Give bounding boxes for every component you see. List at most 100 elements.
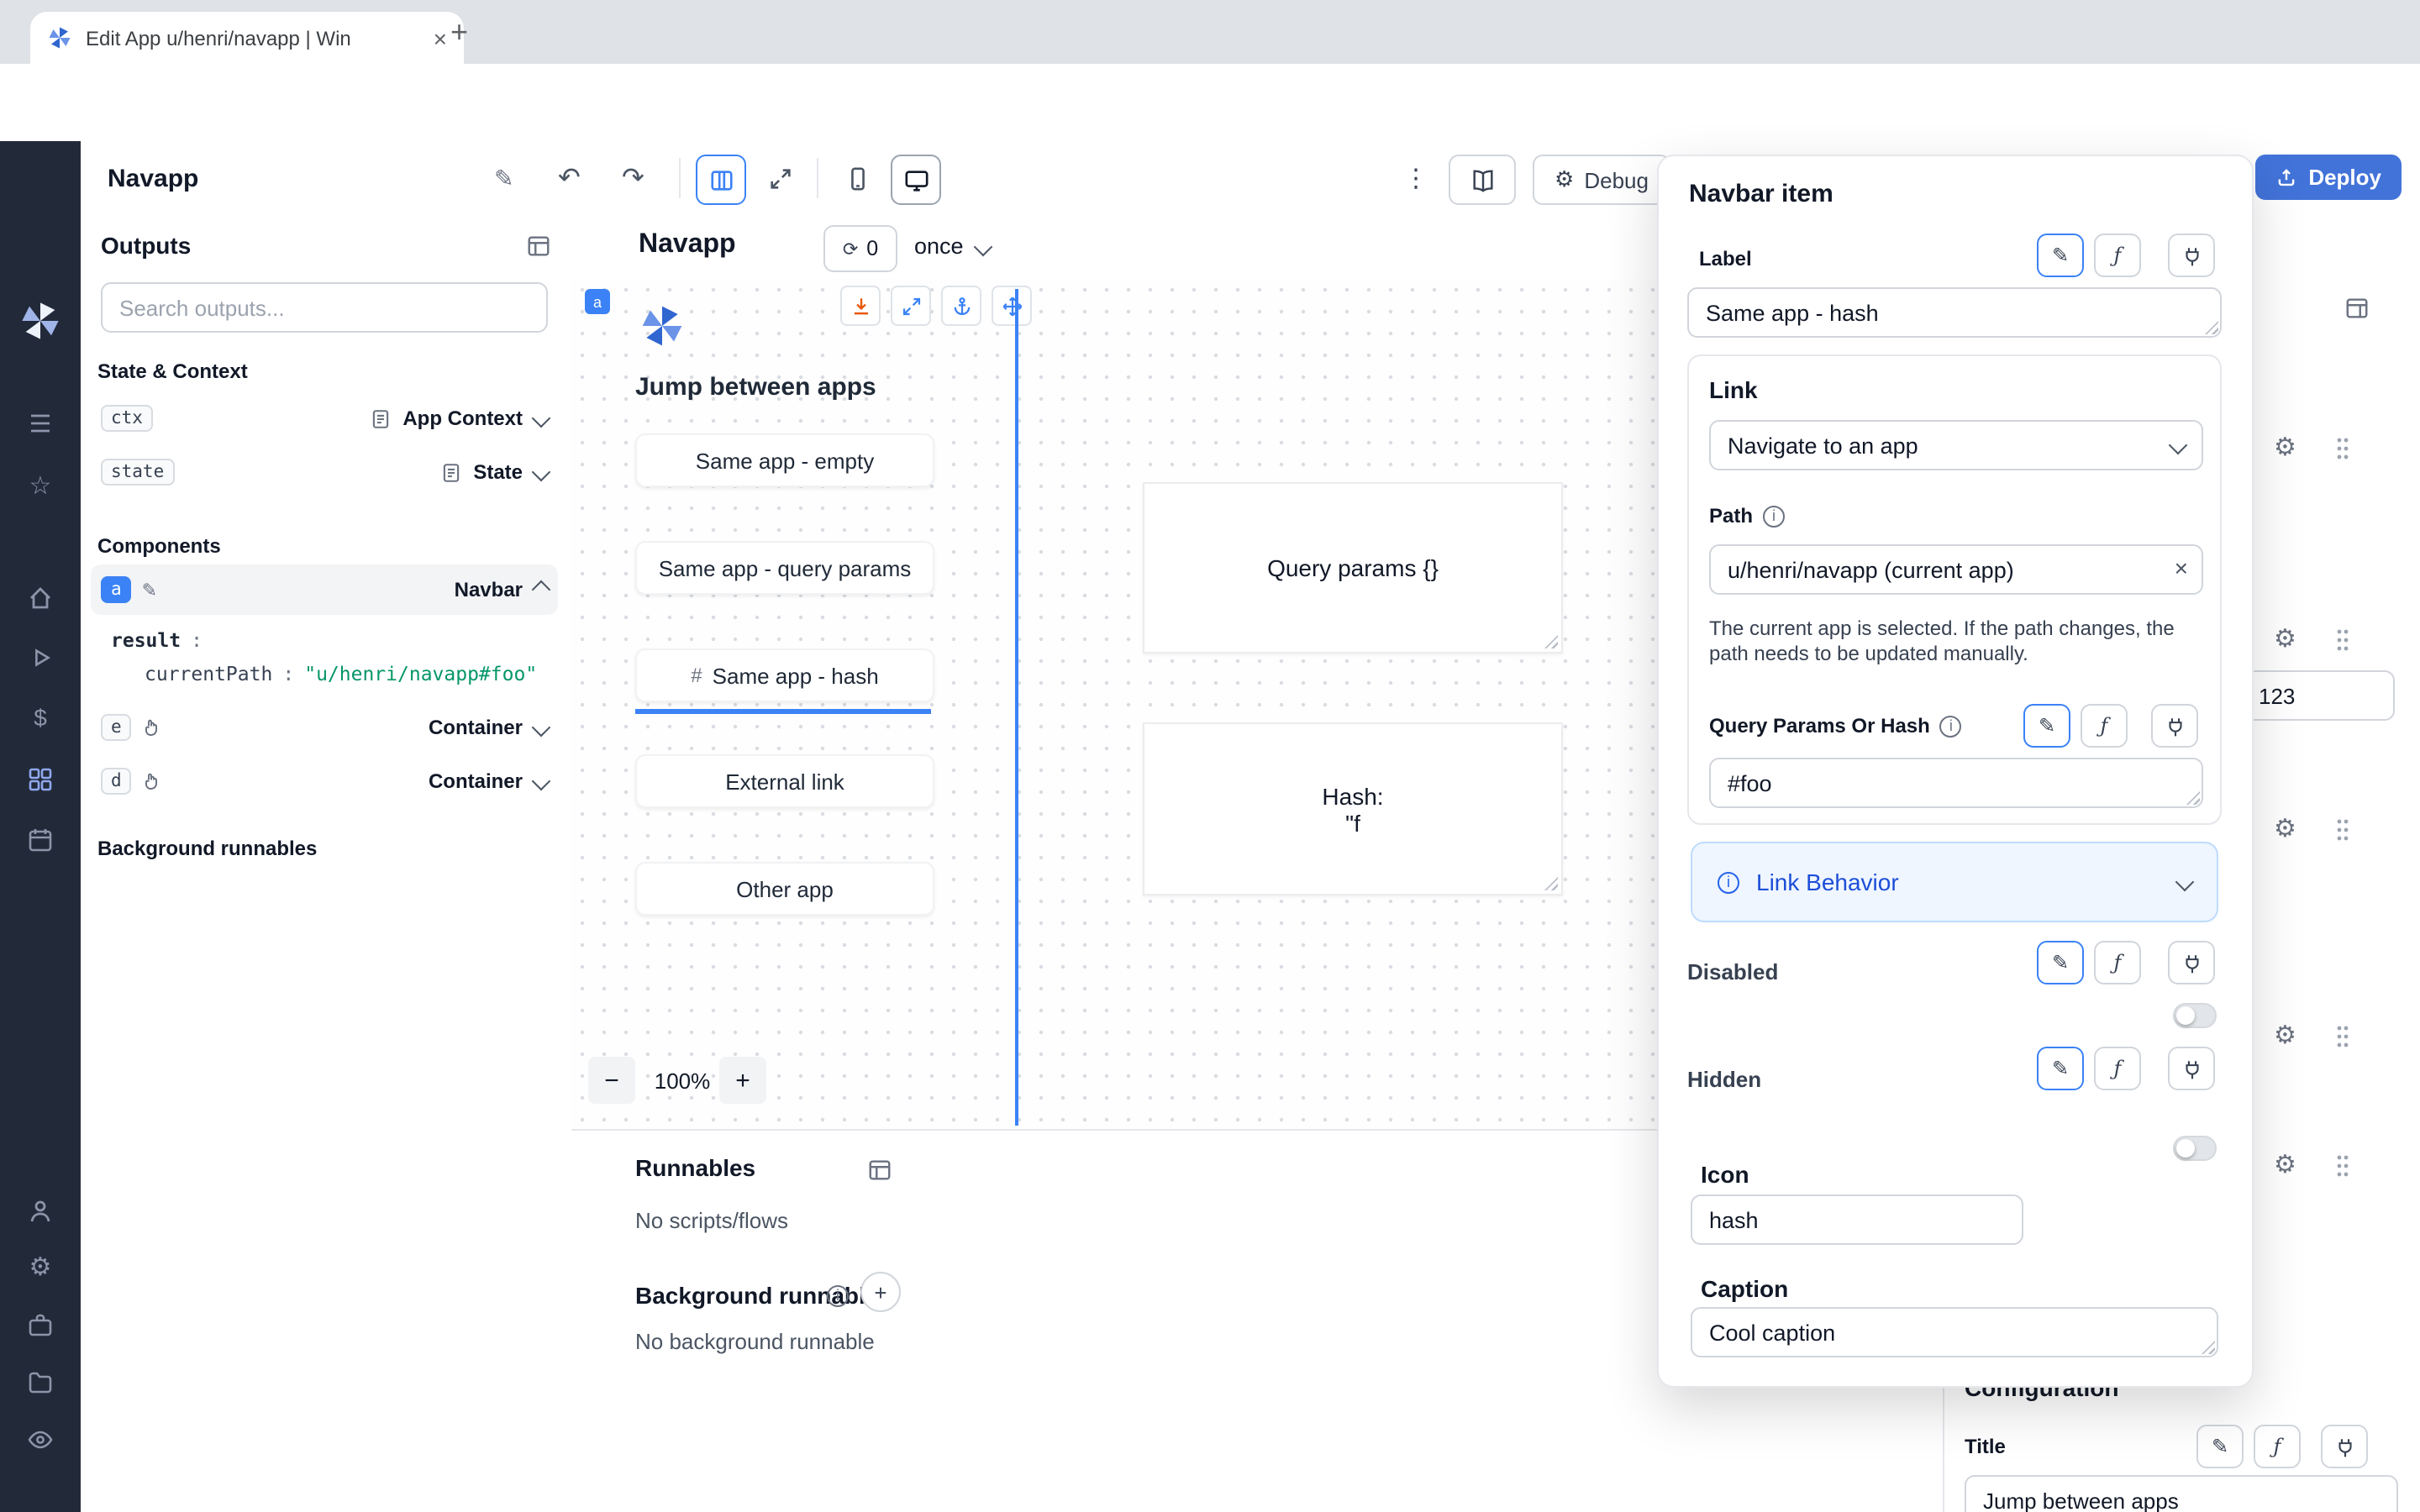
nav-item-same-app-query-params[interactable]: Same app - query params xyxy=(635,541,934,595)
component-move-button[interactable] xyxy=(992,286,1032,326)
drag-grip-icon[interactable] xyxy=(2334,1152,2351,1179)
query-pencil-mode-button[interactable]: ✎ xyxy=(2023,704,2070,748)
component-anchor-button[interactable] xyxy=(941,286,981,326)
label-pencil-mode-button[interactable]: ✎ xyxy=(2037,234,2084,277)
chevron-down-icon[interactable] xyxy=(532,718,551,738)
label-input[interactable] xyxy=(1687,287,2222,338)
row-gear-icon[interactable]: ⚙ xyxy=(2274,623,2296,654)
chevron-up-icon[interactable] xyxy=(532,580,551,600)
component-fit-button[interactable] xyxy=(840,286,881,326)
drag-grip-icon[interactable] xyxy=(2334,1023,2351,1050)
output-row-ctx[interactable]: ctx App Context xyxy=(91,396,558,440)
layout-columns-button[interactable] xyxy=(696,155,746,205)
icon-input[interactable] xyxy=(1691,1194,2023,1245)
zoom-out-button[interactable]: − xyxy=(588,1057,635,1104)
disabled-fx-mode-button[interactable]: ƒ xyxy=(2094,941,2141,984)
refresh-count-button[interactable]: ⟳ 0 xyxy=(823,225,897,272)
hash-card[interactable]: Hash: "f xyxy=(1143,722,1563,895)
currentpath-row[interactable]: currentPath : "u/henri/navapp#foo" xyxy=(145,662,537,685)
nav-item-other-app[interactable]: Other app xyxy=(635,862,934,916)
info-icon[interactable]: i xyxy=(1940,715,1962,737)
title-pencil-mode-button[interactable]: ✎ xyxy=(2196,1425,2244,1468)
caption-input[interactable] xyxy=(1691,1307,2218,1357)
nav-item-same-app-hash[interactable]: # Same app - hash xyxy=(635,648,934,702)
settings-gear-icon[interactable]: ⚙ xyxy=(0,1255,81,1280)
folders-icon[interactable] xyxy=(0,1369,81,1396)
row-gear-icon[interactable]: ⚙ xyxy=(2274,813,2296,843)
edit-id-pencil-icon[interactable]: ✎ xyxy=(142,579,157,601)
fullscreen-expand-button[interactable] xyxy=(756,155,803,202)
tab-close-icon[interactable]: × xyxy=(434,26,447,50)
nav-item-external-link[interactable]: External link xyxy=(635,754,934,808)
info-icon[interactable]: i xyxy=(827,1285,849,1307)
row-gear-icon[interactable]: ⚙ xyxy=(2274,1020,2296,1050)
label-connect-plug-button[interactable] xyxy=(2168,234,2215,277)
hidden-toggle[interactable] xyxy=(2173,1136,2217,1161)
chevron-down-icon[interactable] xyxy=(532,409,551,428)
undo-icon[interactable]: ↶ xyxy=(558,161,581,195)
schedules-calendar-icon[interactable] xyxy=(0,827,81,853)
zoom-in-button[interactable]: + xyxy=(719,1057,766,1104)
users-person-icon[interactable] xyxy=(0,1198,81,1225)
query-connect-plug-button[interactable] xyxy=(2151,704,2198,748)
resize-handle[interactable] xyxy=(1544,635,1558,648)
favorites-star-icon[interactable]: ☆ xyxy=(0,474,81,499)
runs-list-icon[interactable] xyxy=(0,410,81,437)
disabled-pencil-mode-button[interactable]: ✎ xyxy=(2037,941,2084,984)
query-params-input[interactable] xyxy=(1709,758,2203,808)
add-background-runnable-button[interactable]: + xyxy=(860,1272,901,1312)
debug-button[interactable]: ⚙ Debug xyxy=(1533,155,1670,205)
runnables-panel-icon[interactable] xyxy=(867,1158,892,1183)
label-fx-mode-button[interactable]: ƒ xyxy=(2094,234,2141,277)
drag-grip-icon[interactable] xyxy=(2334,435,2351,462)
output-row-state[interactable]: state State xyxy=(91,450,558,494)
desktop-view-button[interactable] xyxy=(891,155,941,205)
runs-play-icon[interactable] xyxy=(0,645,81,670)
row-gear-icon[interactable]: ⚙ xyxy=(2274,1149,2296,1179)
workers-briefcase-icon[interactable] xyxy=(0,1312,81,1339)
hidden-pencil-mode-button[interactable]: ✎ xyxy=(2037,1047,2084,1090)
mobile-view-button[interactable] xyxy=(834,155,881,202)
rename-pencil-icon[interactable]: ✎ xyxy=(494,165,513,193)
hidden-fx-mode-button[interactable]: ƒ xyxy=(2094,1047,2141,1090)
disabled-connect-plug-button[interactable] xyxy=(2168,941,2215,984)
link-behavior-collapsible[interactable]: i Link Behavior xyxy=(1691,842,2218,922)
chevron-down-icon[interactable] xyxy=(532,463,551,482)
component-expand-button[interactable] xyxy=(891,286,931,326)
hidden-connect-plug-button[interactable] xyxy=(2168,1047,2215,1090)
redo-icon[interactable]: ↷ xyxy=(622,161,644,195)
home-icon[interactable] xyxy=(0,585,81,612)
variables-dollar-icon[interactable]: $ xyxy=(0,706,81,729)
query-fx-mode-button[interactable]: ƒ xyxy=(2081,704,2128,748)
settings-panel-icon[interactable] xyxy=(2344,296,2370,321)
disabled-toggle[interactable] xyxy=(2173,1003,2217,1028)
collapse-panel-icon[interactable] xyxy=(526,233,551,258)
clear-path-icon[interactable]: × xyxy=(2175,554,2188,581)
path-input[interactable] xyxy=(1709,544,2203,595)
info-icon[interactable]: i xyxy=(1763,505,1785,527)
docs-book-button[interactable] xyxy=(1449,155,1516,205)
row-gear-icon[interactable]: ⚙ xyxy=(2274,432,2296,462)
search-outputs-input[interactable] xyxy=(101,282,548,333)
title-connect-plug-button[interactable] xyxy=(2321,1425,2368,1468)
link-type-select[interactable]: Navigate to an app xyxy=(1709,420,2203,470)
result-key-row[interactable]: result : xyxy=(111,628,203,652)
apps-grid-icon[interactable] xyxy=(0,766,81,793)
more-options-kebab-icon[interactable]: ⋮ xyxy=(1403,163,1428,193)
run-mode-select[interactable]: once xyxy=(914,234,991,259)
component-row-container-d[interactable]: d Container xyxy=(91,759,558,803)
chevron-down-icon[interactable] xyxy=(532,772,551,791)
title-input[interactable] xyxy=(1965,1475,2398,1512)
drag-grip-icon[interactable] xyxy=(2334,816,2351,843)
title-fx-mode-button[interactable]: ƒ xyxy=(2254,1425,2301,1468)
component-row-navbar[interactable]: a ✎ Navbar xyxy=(91,564,558,615)
drag-grip-icon[interactable] xyxy=(2334,627,2351,654)
resize-handle[interactable] xyxy=(1544,877,1558,890)
windmill-logo[interactable] xyxy=(0,299,81,343)
deploy-button[interactable]: Deploy xyxy=(2254,155,2402,200)
component-resize-guide[interactable] xyxy=(1015,289,1018,1126)
browser-tab[interactable]: Edit App u/henri/navapp | Win × xyxy=(30,12,464,64)
component-row-container-e[interactable]: e Container xyxy=(91,706,558,749)
audit-eye-icon[interactable] xyxy=(0,1426,81,1453)
query-params-card[interactable]: Query params {} xyxy=(1143,482,1563,654)
